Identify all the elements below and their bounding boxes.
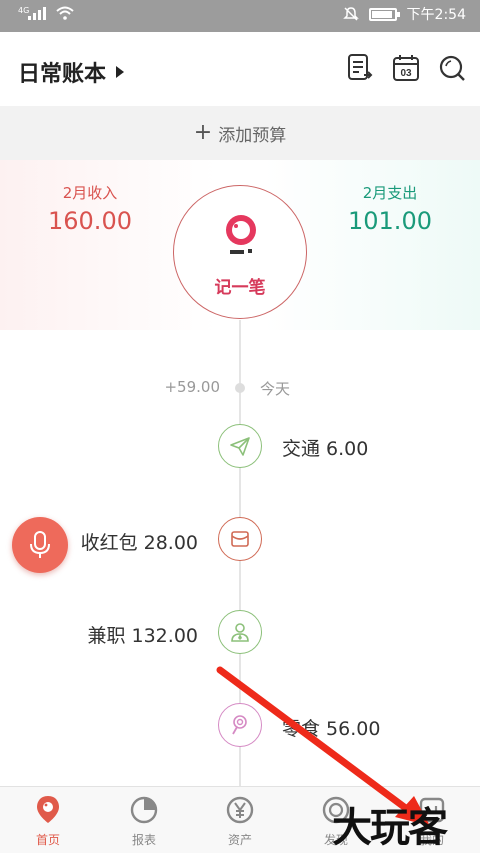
tab-home[interactable]: 首页 xyxy=(0,787,96,853)
svg-text:03: 03 xyxy=(400,68,412,79)
status-bar: 4G 下午2:54 xyxy=(0,0,480,32)
voice-record-button[interactable] xyxy=(12,517,68,573)
entry-part-time[interactable]: 兼职 132.00 xyxy=(87,621,198,648)
day-header: +59.00 今天 xyxy=(0,378,480,398)
bill-list-icon[interactable] xyxy=(344,50,376,86)
network-type: 4G xyxy=(18,6,30,15)
income-value: 160.00 xyxy=(48,207,132,235)
yuan-icon xyxy=(225,795,255,825)
worker-icon[interactable] xyxy=(218,610,262,654)
expense-summary[interactable]: 2月支出 101.00 xyxy=(340,182,440,235)
entry-snacks[interactable]: 零食 56.00 xyxy=(282,714,380,741)
add-budget-button[interactable]: + 添加预算 xyxy=(0,106,480,160)
envelope-icon[interactable] xyxy=(218,517,262,561)
add-budget-label: 添加预算 xyxy=(218,125,287,146)
watermark-text: 大玩客 xyxy=(332,804,448,851)
day-net-amount: +59.00 xyxy=(164,378,220,396)
book-title: 日常账本 xyxy=(18,62,107,87)
battery-icon xyxy=(368,7,400,21)
entry-transport[interactable]: 交通 6.00 xyxy=(282,434,368,461)
header: 日常账本 03 xyxy=(0,32,480,106)
income-label: 2月收入 xyxy=(62,184,118,202)
expense-label: 2月支出 xyxy=(362,184,418,202)
income-summary[interactable]: 2月收入 160.00 xyxy=(40,182,140,235)
record-label: 记一笔 xyxy=(214,278,266,298)
triangle-right-icon xyxy=(116,66,125,78)
wifi-icon xyxy=(56,6,74,20)
tab-home-label: 首页 xyxy=(35,833,60,847)
plus-icon: + xyxy=(193,120,213,145)
pie-chart-icon xyxy=(129,795,159,825)
search-icon[interactable] xyxy=(436,50,468,86)
app-logo-icon xyxy=(226,215,256,254)
tab-report-label: 报表 xyxy=(131,833,156,847)
home-pin-icon xyxy=(33,795,63,825)
paper-plane-icon[interactable] xyxy=(218,424,262,468)
record-button[interactable]: 记一笔 xyxy=(173,185,307,319)
day-label: 今天 xyxy=(260,380,291,398)
tab-assets[interactable]: 资产 xyxy=(192,787,288,853)
mute-bell-icon xyxy=(342,7,359,21)
expense-value: 101.00 xyxy=(348,207,432,235)
microphone-icon xyxy=(30,531,50,558)
signal-icon xyxy=(28,6,46,20)
status-time: 下午2:54 xyxy=(406,7,466,23)
tab-report[interactable]: 报表 xyxy=(96,787,192,853)
day-dot xyxy=(235,383,245,393)
book-selector[interactable]: 日常账本 xyxy=(18,56,125,88)
calendar-icon[interactable]: 03 xyxy=(390,50,422,86)
lollipop-icon[interactable] xyxy=(218,703,262,747)
entry-red-packet[interactable]: 收红包 28.00 xyxy=(81,528,198,555)
tab-assets-label: 资产 xyxy=(227,833,252,847)
